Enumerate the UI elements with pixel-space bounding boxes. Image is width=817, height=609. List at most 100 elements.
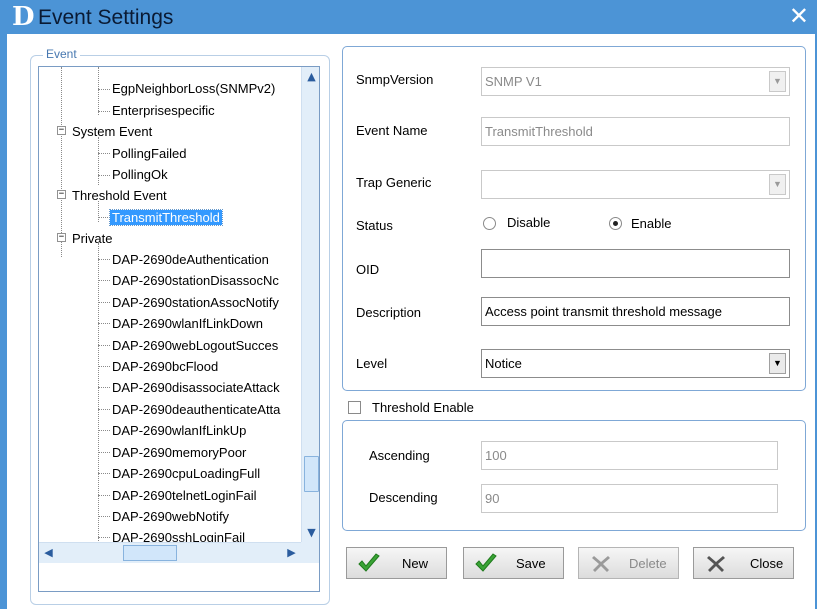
tree-item-label: DAP-2690sshLoginFail	[112, 530, 245, 542]
tree-item-label: DAP-2690telnetLoginFail	[112, 488, 257, 503]
tree-item[interactable]: PollingOk	[112, 164, 168, 185]
tree-item[interactable]: EgpNeighborLoss(SNMPv2)	[112, 78, 275, 99]
close-button-label: Close	[750, 556, 784, 571]
ascending-field[interactable]: 100	[481, 441, 778, 470]
tree-item[interactable]: DAP-2690disassociateAttack	[112, 377, 280, 398]
description-field[interactable]: Access point transmit threshold message	[481, 297, 790, 326]
tree-item-label: DAP-2690memoryPoor	[112, 445, 247, 460]
tree-item[interactable]: DAP-2690bcFlood	[112, 356, 218, 377]
event-name-field[interactable]: TransmitThreshold	[481, 117, 790, 146]
tree-item[interactable]: DAP-2690memoryPoor	[112, 442, 246, 463]
save-button[interactable]: Save	[463, 547, 564, 579]
close-x-icon	[707, 556, 725, 572]
tree-connector	[98, 217, 110, 218]
tree-item[interactable]: DAP-2690telnetLoginFail	[112, 485, 257, 506]
chevron-down-icon[interactable]: ▼	[769, 174, 786, 195]
tree-item[interactable]: DAP-2690webLogoutSucces	[112, 335, 278, 356]
tree-connector	[98, 409, 110, 410]
collapse-icon[interactable]: −	[57, 126, 66, 135]
tree-item-label: Threshold Event	[72, 188, 167, 203]
window-title: Event Settings	[38, 6, 174, 29]
status-label: Status	[356, 218, 393, 233]
tree-connector	[98, 111, 110, 112]
chevron-down-icon[interactable]: ▼	[769, 353, 786, 374]
tree-connector	[98, 495, 110, 496]
tree-connector	[98, 243, 99, 542]
descending-field[interactable]: 90	[481, 484, 778, 513]
tree-item-system-event[interactable]: System Event	[72, 121, 152, 142]
snmp-version-value: SNMP V1	[485, 74, 542, 89]
tree-item[interactable]: DAP-2690wlanIfLinkDown	[112, 313, 263, 334]
tree-item[interactable]: DAP-2690wlanIfLinkUp	[112, 420, 246, 441]
tree-item-label: DAP-2690cpuLoadingFull	[112, 466, 261, 481]
scroll-up-icon[interactable]: ▲	[302, 67, 319, 86]
status-disable-radio[interactable]	[483, 217, 496, 230]
level-dropdown[interactable]: Notice ▼	[481, 349, 790, 378]
tree-item-label: DAP-2690deauthenticateAtta	[112, 402, 281, 417]
title-bar: D Event Settings ✕	[0, 0, 817, 34]
tree-item-private[interactable]: Private	[72, 228, 112, 249]
event-tree-viewport: − − − EgpNeighborLoss(SNMPv2) Enterprise…	[39, 67, 301, 542]
tree-connector	[98, 516, 110, 517]
tree-connector	[98, 153, 110, 154]
tree-connector	[98, 452, 110, 453]
tree-item[interactable]: DAP-2690stationAssocNotify	[112, 292, 279, 313]
delete-x-icon	[592, 556, 610, 572]
tree-item-label: System Event	[72, 124, 153, 139]
chevron-down-icon[interactable]: ▼	[769, 71, 786, 92]
delete-button[interactable]: Delete	[578, 547, 679, 579]
description-label: Description	[356, 305, 422, 320]
snmp-version-dropdown[interactable]: SNMP V1 ▼	[481, 67, 790, 96]
tree-item-label: Private	[72, 231, 113, 246]
tree-connector	[98, 67, 99, 115]
tree-item[interactable]: DAP-2690webNotify	[112, 506, 229, 527]
tree-item[interactable]: DAP-2690cpuLoadingFull	[112, 463, 260, 484]
tree-item[interactable]: Enterprisespecific	[112, 100, 215, 121]
tree-connector	[98, 366, 110, 367]
tree-item-label: TransmitThreshold	[109, 209, 223, 226]
tree-connector	[98, 387, 110, 388]
threshold-enable-label[interactable]: Threshold Enable	[372, 400, 474, 415]
status-enable-label[interactable]: Enable	[631, 216, 671, 231]
new-button[interactable]: New	[346, 547, 447, 579]
ascending-label: Ascending	[369, 448, 430, 463]
event-details-panel	[342, 46, 806, 391]
vertical-scroll-thumb[interactable]	[304, 456, 319, 492]
tree-connector	[61, 67, 62, 257]
horizontal-scroll-thumb[interactable]	[123, 545, 177, 561]
tree-item[interactable]: PollingFailed	[112, 143, 186, 164]
tree-item-label: DAP-2690webLogoutSucces	[112, 338, 279, 353]
tree-vertical-scrollbar[interactable]: ▲ ▼	[301, 67, 319, 542]
tree-item[interactable]: DAP-2690stationDisassocNc	[112, 270, 279, 291]
tree-connector	[98, 537, 110, 538]
scroll-right-icon[interactable]: ▶	[282, 543, 301, 562]
oid-field[interactable]	[481, 249, 790, 278]
event-tree[interactable]: − − − EgpNeighborLoss(SNMPv2) Enterprise…	[38, 66, 320, 592]
tree-item-label: DAP-2690stationDisassocNc	[112, 273, 279, 288]
tree-horizontal-scrollbar[interactable]: ◀ ▶	[39, 542, 301, 563]
close-button[interactable]: Close	[693, 547, 794, 579]
collapse-icon[interactable]: −	[57, 233, 66, 242]
status-enable-radio[interactable]	[609, 217, 622, 230]
trap-generic-dropdown[interactable]: ▼	[481, 170, 790, 199]
tree-item-label: Enterprisespecific	[112, 103, 215, 118]
tree-item[interactable]: DAP-2690deAuthentication	[112, 249, 269, 270]
tree-item-label: DAP-2690disassociateAttack	[112, 380, 280, 395]
collapse-icon[interactable]: −	[57, 190, 66, 199]
tree-connector	[98, 302, 110, 303]
save-button-label: Save	[516, 556, 546, 571]
tree-item-selected[interactable]: TransmitThreshold	[109, 207, 223, 228]
tree-item-threshold-event[interactable]: Threshold Event	[72, 185, 167, 206]
close-icon[interactable]: ✕	[789, 2, 809, 30]
status-disable-label[interactable]: Disable	[507, 215, 550, 230]
tree-connector	[98, 259, 110, 260]
tree-item[interactable]: DAP-2690sshLoginFail	[112, 527, 245, 542]
threshold-enable-checkbox[interactable]	[348, 401, 361, 414]
level-value: Notice	[485, 356, 522, 371]
tree-item[interactable]: DAP-2690deauthenticateAtta	[112, 399, 280, 420]
scroll-left-icon[interactable]: ◀	[39, 543, 58, 562]
tree-connector	[98, 473, 110, 474]
scroll-down-icon[interactable]: ▼	[302, 523, 319, 542]
tree-item-label: DAP-2690wlanIfLinkDown	[112, 316, 264, 331]
tree-connector	[98, 430, 110, 431]
